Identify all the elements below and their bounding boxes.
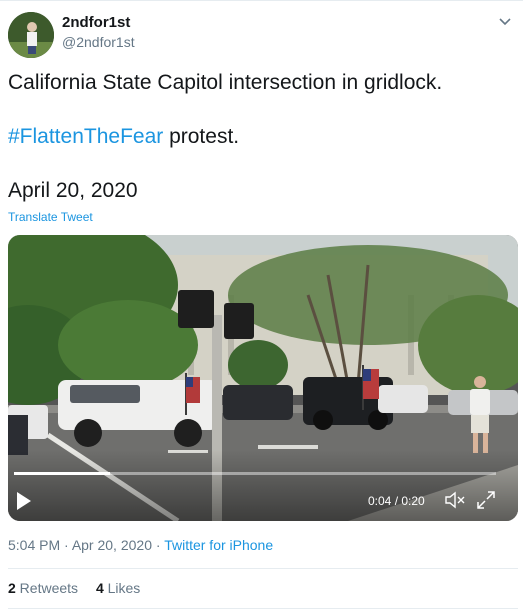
video-progress-bar[interactable]: [14, 472, 496, 475]
mute-icon[interactable]: [444, 490, 466, 510]
user-display-name[interactable]: 2ndfor1st: [62, 14, 130, 31]
tweet-date[interactable]: Apr 20, 2020: [72, 537, 152, 553]
video-player[interactable]: [8, 235, 518, 521]
tweet-time[interactable]: 5:04 PM: [8, 537, 60, 553]
video-frame: [8, 235, 518, 521]
meta-separator-2: ·: [151, 537, 165, 553]
top-divider: [0, 0, 523, 1]
stats-divider: [8, 608, 518, 609]
tweet-source-link[interactable]: Twitter for iPhone: [164, 537, 273, 553]
expand-icon[interactable]: [476, 490, 496, 510]
video-time: 0:04 / 0:20: [368, 494, 425, 508]
user-handle[interactable]: @2ndfor1st: [62, 34, 135, 50]
video-progress-fill: [14, 472, 111, 475]
likes-label: Likes: [103, 580, 141, 596]
tweet-text-line2: #FlattenTheFear protest.: [8, 124, 239, 150]
chevron-down-icon[interactable]: [497, 14, 513, 30]
retweets-count: 2: [8, 580, 16, 596]
play-icon[interactable]: [16, 491, 32, 511]
tweet-text-line1: California State Capitol intersection in…: [8, 71, 443, 94]
retweets-label: Retweets: [15, 580, 79, 596]
hashtag-link[interactable]: #FlattenTheFear: [8, 125, 163, 148]
tweet-date-text: April 20, 2020: [8, 179, 138, 202]
likes-stat[interactable]: 4 Likes: [96, 580, 140, 596]
meta-separator: ·: [60, 537, 72, 553]
avatar[interactable]: [8, 12, 54, 58]
tweet-meta: 5:04 PM · Apr 20, 2020 · Twitter for iPh…: [8, 537, 273, 553]
tweet-text-protest: protest.: [163, 125, 240, 148]
tweet-stats: 2 Retweets 4 Likes: [8, 580, 154, 596]
meta-divider: [8, 568, 518, 569]
avatar-photo: [8, 12, 54, 58]
translate-tweet-link[interactable]: Translate Tweet: [8, 210, 93, 224]
likes-count: 4: [95, 580, 104, 596]
retweets-stat[interactable]: 2 Retweets: [8, 580, 78, 596]
